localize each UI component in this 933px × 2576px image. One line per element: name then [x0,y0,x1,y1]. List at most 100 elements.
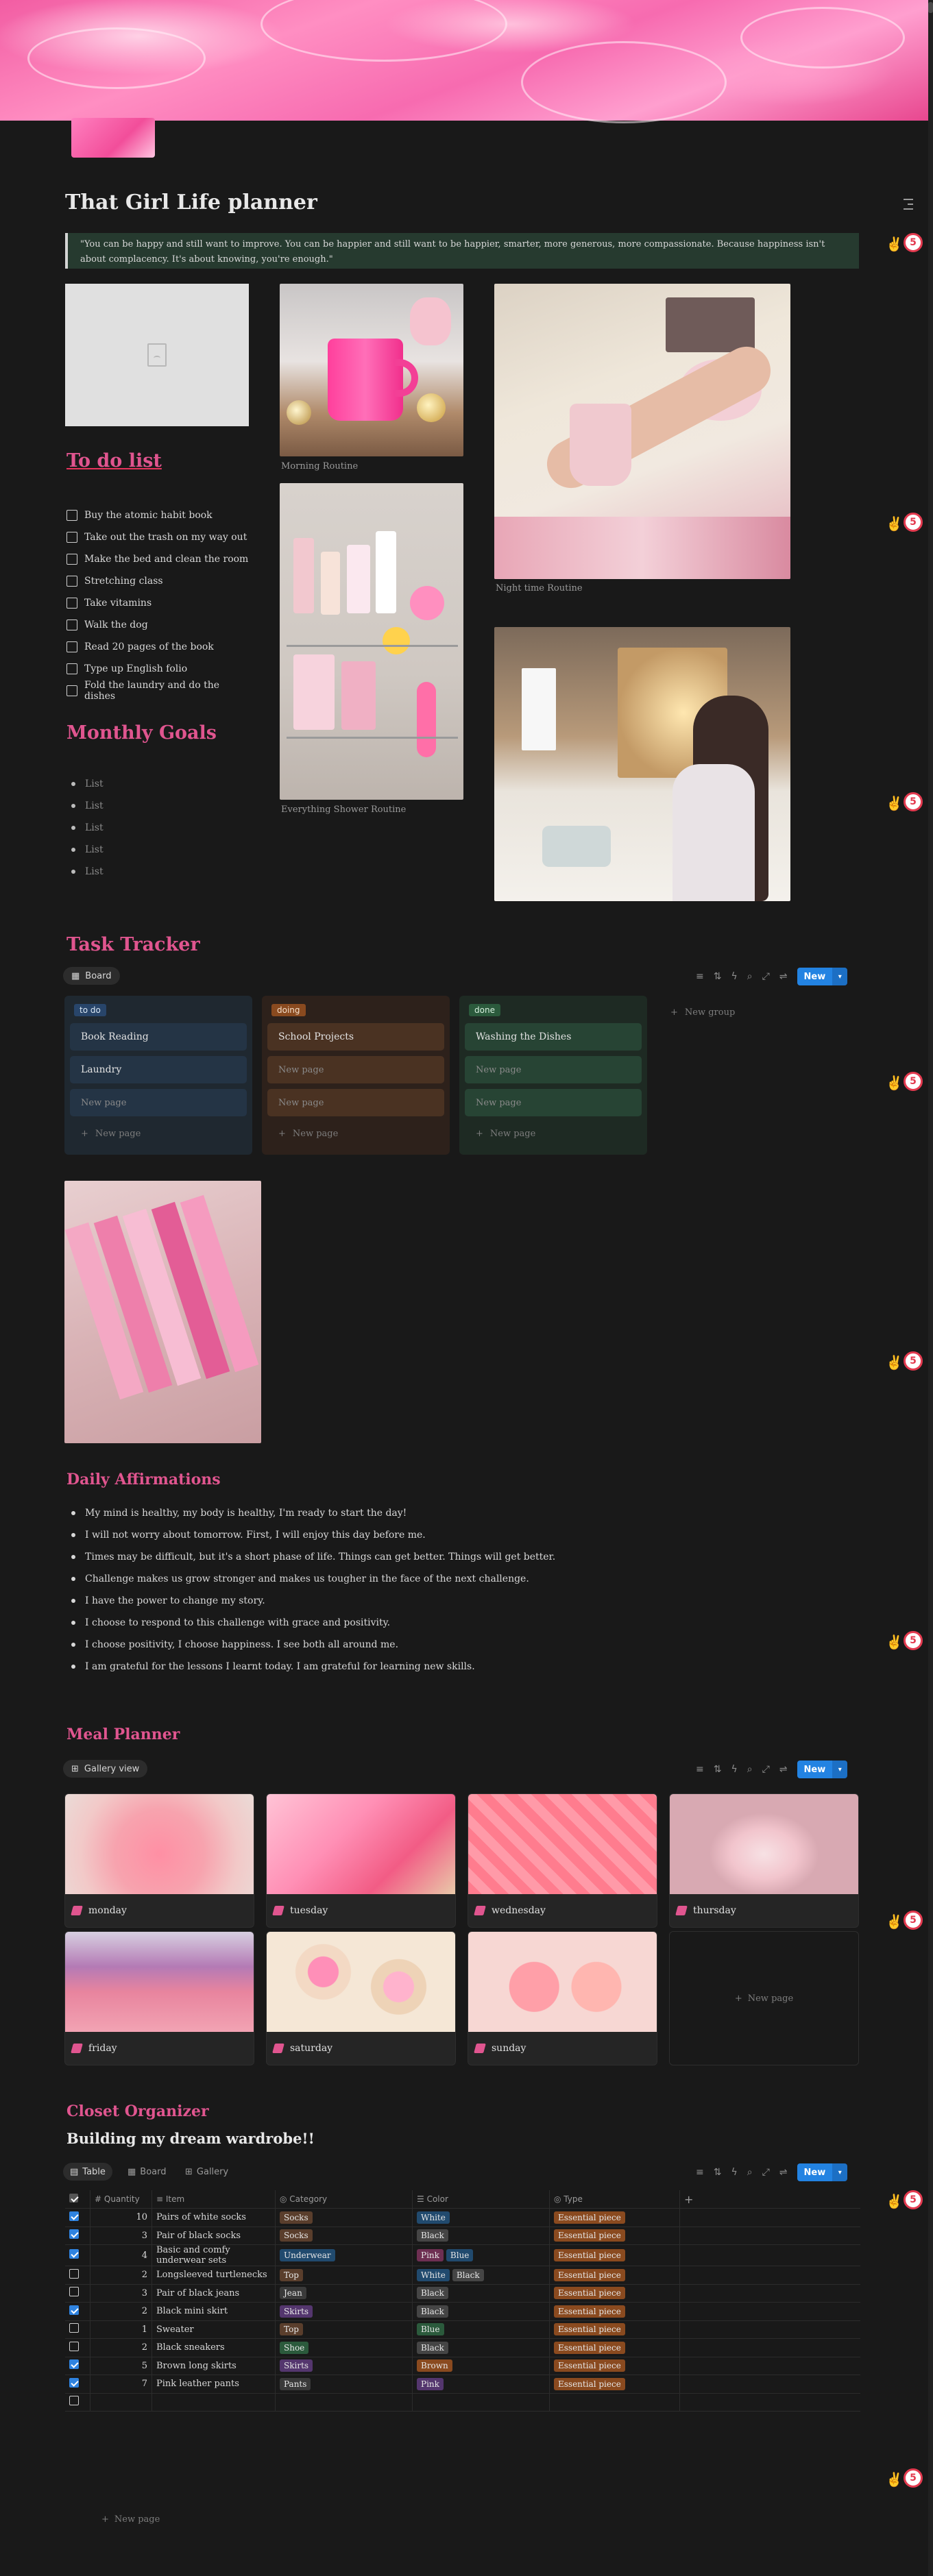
table-row[interactable]: 3 Pair of black socks Socks Black Essential … [65,2227,860,2245]
todo-item[interactable]: Take out the trash on my way out [66,526,252,548]
color-cell[interactable]: Pink [412,2375,550,2394]
item-cell[interactable]: Black sneakers [152,2338,276,2357]
photo-shower-routine[interactable] [280,483,463,800]
row-checkbox[interactable] [69,2229,79,2240]
row-checkbox-cell[interactable] [65,2320,90,2339]
todo-checkbox[interactable] [66,576,77,587]
side-comment-badge[interactable]: ✌ 5 [884,1909,925,1933]
category-cell[interactable]: Top [275,2266,413,2285]
type-cell[interactable]: Essential piece [549,2266,680,2285]
board-card-placeholder[interactable]: New page [70,1089,247,1116]
board-card-placeholder[interactable]: New page [267,1056,444,1083]
search-icon[interactable]: ⌕ [747,2167,753,2178]
table-row[interactable]: 1 Sweater Top Blue Essential piece [65,2320,860,2339]
type-cell[interactable]: Essential piece [549,2208,680,2227]
table-row[interactable]: 7 Pink leather pants Pants Pink Essential pi… [65,2375,860,2394]
quantity-cell[interactable]: 10 [90,2208,152,2227]
row-checkbox[interactable] [69,2396,79,2406]
row-checkbox[interactable] [69,2341,79,2351]
row-checkbox[interactable] [69,2377,79,2388]
board-view-button[interactable]: ▦ Board [63,967,120,985]
column-new-page[interactable]: + New page [267,1122,444,1145]
type-cell[interactable]: Essential piece [549,2338,680,2357]
row-checkbox[interactable] [69,2268,79,2279]
table-row[interactable]: 2 Black sneakers Shoe Black Essential piece [65,2338,860,2357]
type-cell[interactable]: Essential piece [549,2284,680,2303]
row-checkbox[interactable] [69,2323,79,2333]
quantity-cell[interactable]: 2 [90,2338,152,2357]
category-cell[interactable]: Pants [275,2375,413,2394]
expand-icon[interactable]: ⤢ [762,971,770,982]
todo-item[interactable]: Take vitamins [66,592,252,614]
column-header-type[interactable]: ◎ Type [549,2190,680,2209]
quantity-cell[interactable]: 5 [90,2357,152,2375]
row-checkbox-cell[interactable] [65,2208,90,2227]
filter-icon[interactable]: ≡ [696,1764,704,1775]
table-row[interactable]: 4 Basic and comfy underwear sets Underwear… [65,2244,860,2266]
expand-icon[interactable]: ⤢ [762,2167,770,2178]
photo-books[interactable] [64,1181,261,1443]
todo-checkbox[interactable] [66,641,77,652]
todo-item[interactable]: Fold the laundry and do the dishes [66,680,252,702]
item-cell[interactable]: Black mini skirt [152,2302,276,2321]
color-cell[interactable]: Black [412,2227,550,2245]
color-cell[interactable]: Pink Blue [412,2244,550,2266]
column-header-quantity[interactable]: # Quantity [90,2190,152,2209]
sort-icon[interactable]: ⇅ [714,971,722,982]
todo-checkbox[interactable] [66,510,77,521]
row-checkbox[interactable] [69,2305,79,2315]
settings-icon[interactable]: ⇌ [779,2167,788,2178]
color-cell[interactable]: Black [412,2284,550,2303]
quantity-cell[interactable]: 2 [90,2266,152,2285]
item-cell[interactable]: Pink leather pants [152,2375,276,2394]
settings-icon[interactable]: ⇌ [779,971,788,982]
quantity-cell[interactable]: 3 [90,2227,152,2245]
photo-night-routine[interactable] [494,284,790,579]
type-cell[interactable]: Essential piece [549,2244,680,2266]
color-cell[interactable] [412,2393,550,2412]
row-checkbox[interactable] [69,2249,79,2259]
board-card[interactable]: Laundry [70,1056,247,1083]
sort-icon[interactable]: ⇅ [714,1764,722,1775]
row-checkbox-cell[interactable] [65,2284,90,2303]
todo-item[interactable]: Stretching class [66,570,252,592]
column-header-category[interactable]: ◎ Category [275,2190,413,2209]
todo-item[interactable]: Make the bed and clean the room [66,548,252,570]
meal-card-thursday[interactable]: thursday [669,1793,859,1928]
row-checkbox[interactable] [69,2287,79,2297]
item-cell[interactable]: Brown long skirts [152,2357,276,2375]
table-row[interactable]: 5 Brown long skirts Skirts Brown Essential p… [65,2357,860,2375]
board-card[interactable]: Washing the Dishes [465,1023,642,1051]
table-row[interactable]: 2 Black mini skirt Skirts Black Essential pi… [65,2302,860,2321]
todo-checkbox[interactable] [66,532,77,543]
tab-board[interactable]: ▦ Board [128,2163,167,2181]
category-cell[interactable]: Skirts [275,2302,413,2321]
quantity-cell[interactable]: 3 [90,2284,152,2303]
todo-checkbox[interactable] [66,685,77,696]
photo-bathroom[interactable] [494,627,790,901]
meal-card-wednesday[interactable]: wednesday [468,1793,657,1928]
todo-checkbox[interactable] [66,598,77,609]
meal-new-page[interactable]: + New page [669,1931,859,2065]
color-cell[interactable]: Brown [412,2357,550,2375]
category-cell[interactable]: Top [275,2320,413,2339]
todo-item[interactable]: Read 20 pages of the book [66,636,252,658]
quantity-cell[interactable]: 1 [90,2320,152,2339]
item-cell[interactable]: Sweater [152,2320,276,2339]
meal-card-monday[interactable]: monday [64,1793,254,1928]
meal-card-sunday[interactable]: sunday [468,1931,657,2065]
todo-item[interactable]: Type up English folio [66,658,252,680]
row-checkbox-cell[interactable] [65,2266,90,2285]
side-comment-badge[interactable]: ✌ 5 [884,1070,925,1094]
side-comment-badge[interactable]: ✌ 5 [884,1630,925,1653]
row-checkbox-cell[interactable] [65,2244,90,2266]
lightning-icon[interactable]: ϟ [731,1764,737,1775]
board-card[interactable]: School Projects [267,1023,444,1051]
type-cell[interactable]: Essential piece [549,2320,680,2339]
image-placeholder[interactable] [65,284,249,426]
color-cell[interactable]: White Black [412,2266,550,2285]
type-cell[interactable]: Essential piece [549,2302,680,2321]
color-cell[interactable]: Blue [412,2320,550,2339]
row-checkbox[interactable] [69,2359,79,2370]
new-group-button[interactable]: + New group [659,1001,746,1024]
